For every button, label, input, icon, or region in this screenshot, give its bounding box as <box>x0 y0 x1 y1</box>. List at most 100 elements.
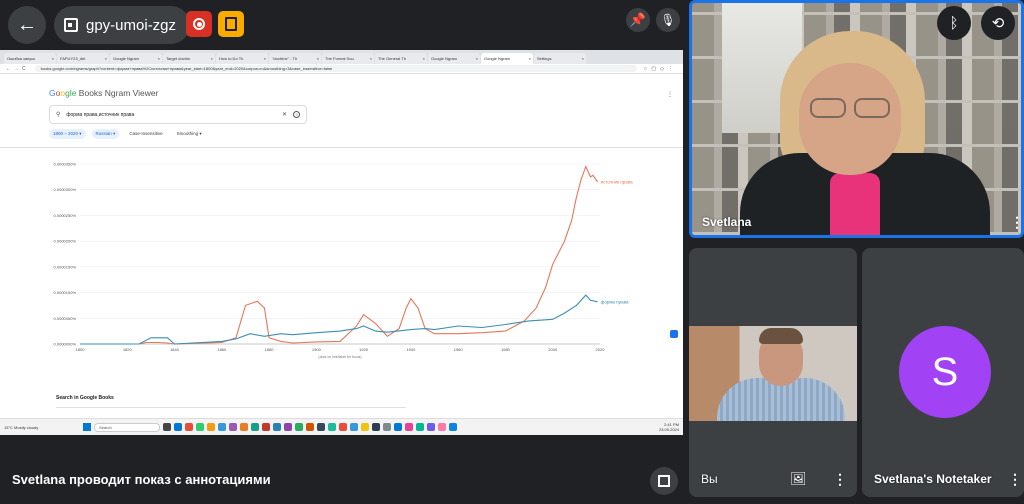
x-tick-label: 1820 <box>123 347 133 352</box>
browser-tab: Google Ngram × <box>481 53 533 64</box>
self-view-edit-button[interactable]: 🖼 <box>790 471 807 487</box>
pin-icon: 📌 <box>629 12 647 27</box>
taskbar-app-icon <box>306 423 314 431</box>
fullscreen-button[interactable] <box>650 467 678 495</box>
taskbar-app-icon <box>427 423 435 431</box>
clear-icon: ✕ <box>281 112 287 118</box>
presenter-label: Svetlana проводит показ с аннотациями <box>12 472 271 487</box>
close-tab-icon: × <box>51 56 54 61</box>
x-tick-label: 1800 <box>76 347 86 352</box>
browser-nav-icons: ←→C <box>6 65 29 72</box>
close-tab-icon: × <box>528 56 531 61</box>
switch-camera-button[interactable]: ⟲ <box>981 6 1015 40</box>
divider <box>0 147 683 148</box>
participant-tile-svetlana[interactable]: Svetlana ⋮ <box>689 0 1024 238</box>
chart-note: (click on line/label for focus) <box>318 355 361 359</box>
participant-tile-self[interactable]: Вы <box>689 248 857 497</box>
y-tick-label: 0.0000250% <box>54 213 77 218</box>
ngram-query-box: ⚲ форма права,источник права ✕ ? <box>49 105 307 124</box>
taskbar-app-icon <box>416 423 424 431</box>
series-label: форма права <box>601 299 629 304</box>
y-tick-label: 0.0000200% <box>54 239 77 244</box>
x-tick-label: 1880 <box>265 347 275 352</box>
camera-flip-icon: ⟲ <box>991 15 1005 32</box>
bluetooth-button[interactable]: ᛒ <box>937 6 971 40</box>
browser-url: books.google.com/ngrams/graph?content=фо… <box>34 65 637 72</box>
participant-name: Svetlana's Notetaker <box>874 472 992 486</box>
browser-extension-icons: ☆▢◇⋮ <box>642 65 677 72</box>
y-tick-label: 0.0000350% <box>54 162 77 167</box>
bluetooth-icon: ᛒ <box>949 14 959 32</box>
taskbar-app-icon <box>372 423 380 431</box>
years-chip: 1800 – 2020 ▾ <box>49 129 86 139</box>
shared-screen: Ошибка запуск × FAPUY23_det × Google Ngram × T… <box>0 50 683 435</box>
more-options-icon[interactable]: ⋮ <box>1008 472 1022 486</box>
mute-presenter-button[interactable]: 🎙 <box>656 8 680 32</box>
pin-button[interactable]: 📌 <box>626 8 650 32</box>
ngram-logo: Google Books Ngram Viewer <box>49 88 159 98</box>
x-tick-label: 2000 <box>548 347 558 352</box>
series-line <box>80 294 598 345</box>
taskbar-app-icon <box>207 423 215 431</box>
edit-frame-icon: 🖼 <box>790 471 807 486</box>
y-tick-label: 0.0000150% <box>54 264 77 269</box>
taskbar-search: Search <box>94 422 160 432</box>
taskbar-app-icon <box>361 423 369 431</box>
meeting-info-pill[interactable]: gpy-umoi-zgz <box>54 6 191 44</box>
taskbar-app-icon <box>383 423 391 431</box>
back-button[interactable]: ← <box>8 6 46 44</box>
browser-tab: Settings × <box>534 53 586 64</box>
corpus-chip: Russian ▾ <box>91 129 120 139</box>
series-label: источник права <box>601 180 634 185</box>
ngram-menu-icon: ⋮ <box>667 92 673 98</box>
smoothing-chip: Smoothing ▾ <box>176 131 202 136</box>
taskbar-app-icon <box>240 423 248 431</box>
x-tick-label: 1900 <box>312 347 322 352</box>
windows-start-icon <box>83 423 91 431</box>
self-video <box>689 326 857 421</box>
close-tab-icon: × <box>475 56 478 61</box>
taskbar-app-icon <box>339 423 347 431</box>
y-tick-label: 0.0000000% <box>54 342 77 347</box>
taskbar-app-icon <box>394 423 402 431</box>
meeting-code: gpy-umoi-zgz <box>86 16 177 34</box>
taskbar-app-icon <box>405 423 413 431</box>
close-tab-icon: × <box>104 56 107 61</box>
books-results-row <box>56 407 406 415</box>
taskbar-app-icon <box>163 423 171 431</box>
more-options-icon[interactable]: ⋮ <box>833 472 847 486</box>
series-line <box>80 165 599 345</box>
taskbar-app-icon <box>196 423 204 431</box>
mic-off-icon: 🎙 <box>660 13 676 27</box>
participant-name: Вы <box>701 472 718 486</box>
side-panel-tag <box>670 330 678 338</box>
taskbar-app-icon <box>438 423 446 431</box>
browser-address-bar: ←→C books.google.com/ngrams/graph?conten… <box>0 64 683 74</box>
taskbar-app-icon <box>262 423 270 431</box>
close-tab-icon: × <box>422 56 425 61</box>
taskbar-app-icon <box>295 423 303 431</box>
x-tick-label: 1840 <box>170 347 180 352</box>
close-tab-icon: × <box>316 56 319 61</box>
glasses <box>804 98 896 120</box>
browser-tab: FAPUY23_det × <box>57 53 109 64</box>
browser-tab: Target doctrin × <box>163 53 215 64</box>
browser-tab-strip: Ошибка запуск × FAPUY23_det × Google Ngram × T… <box>0 50 683 64</box>
participant-tile-notetaker[interactable]: S Svetlana's Notetaker ⋮ <box>862 248 1024 497</box>
taskbar-app-icon <box>449 423 457 431</box>
more-options-icon[interactable]: ⋮ <box>1010 215 1021 229</box>
taskbar-app-icon <box>273 423 281 431</box>
calendar-icon <box>64 18 78 32</box>
ngram-options: 1800 – 2020 ▾ Russian ▾ Case-Insensitive… <box>49 129 206 139</box>
x-tick-label: 2020 <box>596 347 606 352</box>
browser-tab: The General Th × <box>375 53 427 64</box>
recording-badge[interactable] <box>186 11 212 37</box>
taskbar-app-icon <box>174 423 182 431</box>
activities-badge[interactable] <box>218 11 244 37</box>
windows-taskbar: 15°C Mostly cloudy Search 2:41 PM 23.09.2… <box>0 418 683 435</box>
taskbar-app-icon <box>218 423 226 431</box>
browser-tab: "doctrine" - Th × <box>269 53 321 64</box>
browser-tab: The Formal Sou × <box>322 53 374 64</box>
taskbar-clock: 2:41 PM 23.09.2024 <box>658 422 679 432</box>
x-tick-label: 1920 <box>359 347 369 352</box>
